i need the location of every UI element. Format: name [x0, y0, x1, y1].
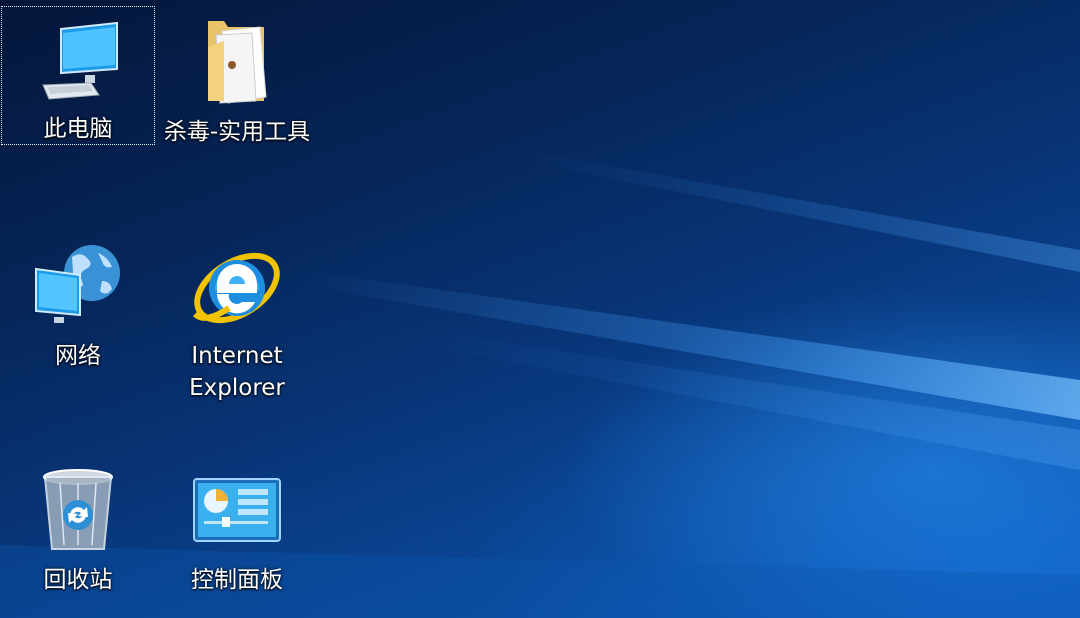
desktop-icon-label: 控制面板 [191, 567, 283, 593]
desktop-icon-control-panel[interactable]: 控制面板 [160, 454, 314, 596]
desktop[interactable]: 此电脑 杀毒-实用工具 网络 Internet Explorer 回收站 控制面… [0, 0, 1080, 618]
desktop-icon-network[interactable]: 网络 [1, 230, 155, 372]
computer-icon [30, 14, 126, 107]
desktop-icon-this-pc[interactable]: 此电脑 [1, 6, 155, 145]
control-panel-icon [189, 462, 285, 558]
folder-icon [189, 14, 285, 110]
desktop-icon-label: 此电脑 [43, 116, 113, 142]
recycle-bin-icon [30, 462, 126, 558]
desktop-icon-label: Internet Explorer [189, 343, 285, 401]
internet-explorer-icon [189, 238, 285, 334]
network-icon [30, 238, 126, 334]
desktop-icon-internet-explorer[interactable]: Internet Explorer [160, 230, 314, 404]
desktop-icon-label: 网络 [55, 343, 101, 369]
desktop-icon-label: 回收站 [43, 567, 113, 593]
desktop-icon-label: 杀毒-实用工具 [163, 119, 311, 145]
desktop-icon-recycle-bin[interactable]: 回收站 [1, 454, 155, 596]
desktop-icon-folder[interactable]: 杀毒-实用工具 [160, 6, 314, 148]
